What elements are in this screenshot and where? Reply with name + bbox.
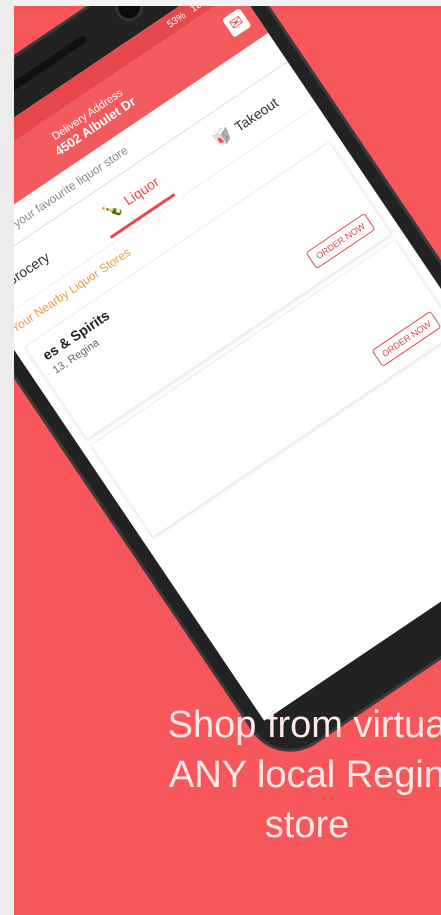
camera-icon: [113, 6, 145, 23]
tagline-line: store: [264, 804, 350, 846]
page-left-edge: [0, 0, 14, 915]
promo-tagline: Shop from virtua ANY local Regin store: [92, 700, 441, 850]
chat-icon[interactable]: ✉: [221, 7, 252, 39]
takeout-icon: 🥡: [209, 124, 237, 151]
order-now-button[interactable]: ORDER NOW: [371, 310, 441, 368]
phone-screen: 53% 10:53 PM ☰ Delivery Address 4502 Alb…: [14, 6, 441, 721]
tab-label: Takeout: [231, 94, 282, 135]
tab-label: Liquor: [120, 172, 162, 209]
phone-mockup: 53% 10:53 PM ☰ Delivery Address 4502 Alb…: [14, 6, 441, 770]
bottle-icon: 🍾: [98, 198, 125, 224]
tab-grocery[interactable]: Grocery: [14, 249, 52, 290]
tab-label: Grocery: [14, 248, 53, 290]
tagline-line: Shop from virtua: [167, 704, 441, 746]
tagline-line: ANY local Regin: [168, 754, 441, 796]
